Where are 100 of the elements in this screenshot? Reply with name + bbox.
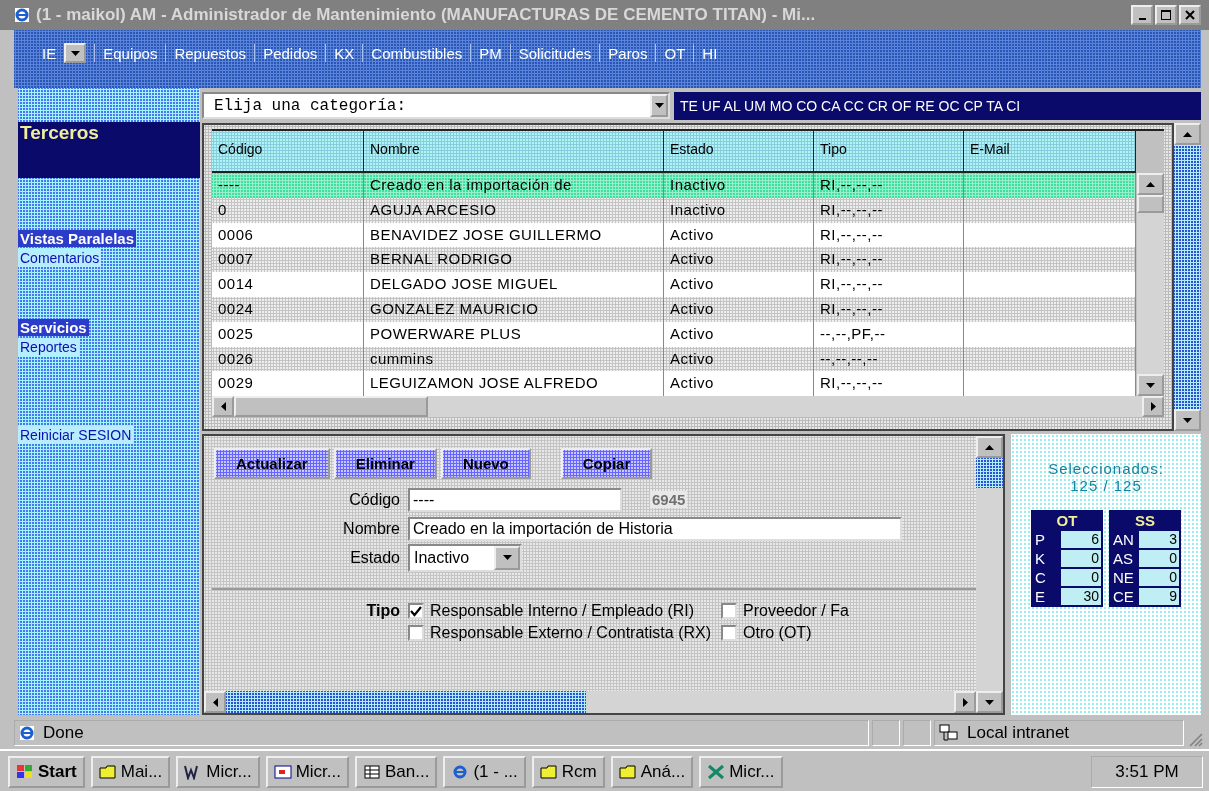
stats-key: CE [1111, 588, 1137, 605]
dropdown-button[interactable] [64, 43, 87, 63]
cross-icon [707, 764, 726, 780]
stats-key: AS [1111, 550, 1137, 567]
scrollbar[interactable] [1137, 173, 1164, 397]
stats-title: SS [1134, 512, 1156, 529]
caret-up-icon [1183, 131, 1192, 137]
maximize-button[interactable] [1155, 5, 1177, 25]
table-cell: DELGADO JOSE MIGUEL [364, 272, 664, 297]
taskbar-button[interactable]: Mai... [90, 756, 171, 788]
minimize-button[interactable] [1131, 5, 1153, 25]
stats-count: 125 / 125 [1070, 477, 1142, 494]
menu-item[interactable]: HI [702, 44, 718, 62]
scroll-thumb[interactable] [976, 458, 1003, 488]
checkbox[interactable]: Proveedor / Fa [721, 602, 849, 620]
taskbar-button[interactable]: Ban... [355, 756, 438, 788]
stats-key: P [1033, 531, 1059, 548]
action-button[interactable]: Copiar [560, 448, 653, 479]
taskbar-button[interactable]: Micr... [699, 756, 783, 788]
sidebar-link[interactable]: Reiniciar SESION [18, 426, 134, 444]
checkbox[interactable]: Responsable Externo / Contratista (RX) [408, 624, 711, 642]
table-row[interactable]: ---- Creado en la importación de Inactivo RI,--,--,-- [212, 173, 1136, 198]
category-select[interactable]: Elija una categoría: [202, 92, 670, 119]
network-icon [939, 724, 959, 742]
column-header[interactable]: E-Mail [964, 131, 1136, 171]
clock: 3:51 PM [1091, 756, 1203, 788]
column-header[interactable]: Estado [664, 131, 814, 171]
taskbar-button[interactable]: Micr... [265, 756, 349, 788]
checkbox[interactable]: Otro (OT) [721, 624, 849, 642]
folder-icon [618, 764, 637, 780]
close-button[interactable] [1179, 5, 1201, 25]
zone-text: Local intranet [967, 723, 1070, 743]
menu-item[interactable]: Solicitudes [518, 44, 592, 62]
scroll-thumb[interactable] [234, 396, 428, 417]
column-header[interactable]: Código [212, 131, 364, 171]
name-field[interactable]: Creado en la importación de Historia [408, 516, 902, 541]
table-row[interactable]: 0024 GONZALEZ MAURICIO Activo RI,--,--,-- [212, 297, 1136, 322]
menu-item[interactable]: Pedidos [263, 44, 318, 62]
stats-label: Seleccionados: [1048, 460, 1164, 477]
sidebar-heading: Servicios [18, 319, 89, 336]
code-field[interactable]: ---- [408, 487, 622, 512]
windows-flag-icon [16, 764, 34, 780]
scroll-thumb[interactable] [1137, 195, 1164, 213]
globe-icon [19, 725, 35, 741]
taskbar-button[interactable]: Rcm [531, 756, 605, 788]
table-row[interactable]: 0006 BENAVIDEZ JOSE GUILLERMO Activo RI,--,--,-- [212, 222, 1136, 248]
table-row[interactable]: 0025 POWERWARE PLUS Activo --,--,PF,-- [212, 321, 1136, 347]
close-icon [1185, 10, 1195, 20]
table-row[interactable]: 0007 BERNAL RODRIGO Activo RI,--,--,-- [212, 247, 1136, 273]
caret-down-icon [502, 555, 512, 560]
start-button[interactable]: Start [8, 756, 85, 788]
menu-item[interactable]: Repuestos [174, 44, 247, 62]
menu-item[interactable]: PM [479, 44, 502, 62]
taskbar-button[interactable]: Aná... [610, 756, 694, 788]
caret-down-icon [654, 103, 664, 108]
table-cell: Creado en la importación de [364, 173, 664, 198]
globe-icon [14, 7, 30, 23]
menu-item[interactable]: Combustibles [371, 44, 463, 62]
status-pane [903, 720, 931, 746]
table-row[interactable]: 0 AGUJA ARCESIO Inactivo RI,--,--,-- [212, 197, 1136, 223]
menu-item[interactable]: KX [334, 44, 355, 62]
stats-key: K [1033, 550, 1059, 567]
table-cell: POWERWARE PLUS [364, 321, 664, 347]
status-text: Done [43, 723, 84, 743]
taskbar-button[interactable]: (1 - ... [443, 756, 526, 788]
sidebar-link[interactable]: Comentarios [18, 249, 102, 267]
stats-title: OT [1055, 512, 1079, 529]
stats-key: AN [1111, 531, 1137, 548]
scrollbar[interactable] [212, 396, 1164, 417]
table-row[interactable]: 0014 DELGADO JOSE MIGUEL Activo RI,--,--,-- [212, 272, 1136, 297]
table-cell: RI,--,--,-- [814, 173, 964, 198]
caret-down-icon [70, 50, 80, 56]
caret-left-icon [220, 402, 226, 412]
action-button[interactable]: Eliminar [333, 448, 437, 479]
table-icon [363, 764, 381, 780]
scrollbar[interactable] [1174, 123, 1201, 431]
table-cell: ---- [212, 173, 364, 198]
menu-item[interactable]: Equipos [103, 44, 158, 62]
table-cell: 0025 [212, 321, 364, 347]
table-cell: Activo [664, 297, 814, 322]
sidebar-link[interactable]: Reportes [18, 338, 79, 356]
column-header[interactable]: Tipo [814, 131, 964, 171]
taskbar-button[interactable]: Micr... [176, 756, 260, 788]
checkmark-icon [410, 605, 422, 617]
stats-value: 0 [1061, 550, 1101, 567]
column-header[interactable]: Nombre [364, 131, 664, 171]
caret-down-icon [985, 699, 994, 705]
stats-value: 3 [1139, 531, 1179, 548]
menu-item[interactable]: Paros [608, 44, 648, 62]
menu-item[interactable]: OT [664, 44, 686, 62]
stats-value: 6 [1061, 531, 1101, 548]
table-row[interactable]: 0029 LEGUIZAMON JOSE ALFREDO Activo RI,--,--,-- [212, 371, 1136, 397]
action-button[interactable]: Actualizar [214, 448, 330, 479]
table-cell: Inactivo [664, 197, 814, 223]
status-dropdown[interactable]: Inactivo [408, 543, 522, 572]
scrollbar[interactable] [204, 691, 976, 713]
action-button[interactable]: Nuevo [440, 448, 531, 479]
checkbox[interactable]: Responsable Interno / Empleado (RI) [408, 602, 711, 620]
scrollbar[interactable] [976, 436, 1003, 713]
table-row[interactable]: 0026 cummins Activo --,--,--,-- [212, 346, 1136, 372]
